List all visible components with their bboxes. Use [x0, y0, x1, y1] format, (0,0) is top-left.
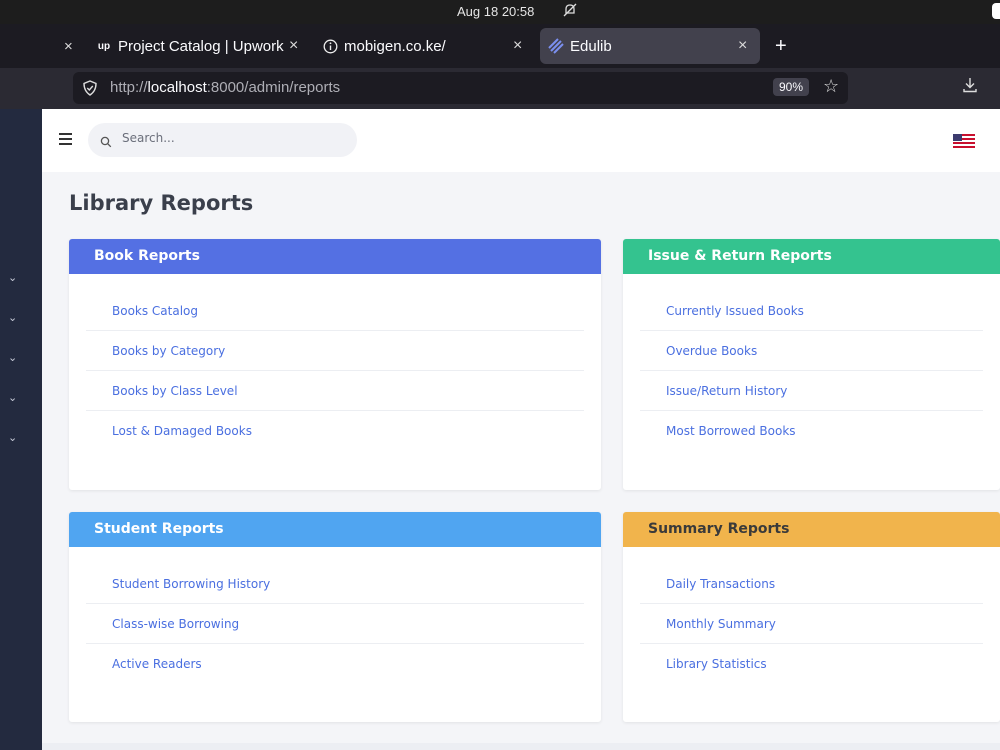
bookmark-star-icon[interactable]: ☆: [823, 76, 839, 97]
report-link[interactable]: Active Readers: [112, 657, 202, 671]
issue-return-reports-card: Issue & Return Reports Currently Issued …: [623, 239, 1000, 490]
card-header: Issue & Return Reports: [623, 239, 1000, 274]
close-icon[interactable]: ×: [738, 37, 747, 55]
list-item: Lost & Damaged Books: [86, 411, 584, 451]
info-icon: [322, 38, 338, 54]
list-item: Library Statistics: [640, 644, 983, 684]
url-bar[interactable]: http://localhost:8000/admin/reports 90% …: [73, 72, 848, 104]
footer-edge: [42, 743, 1000, 750]
list-item: Currently Issued Books: [640, 291, 983, 331]
student-reports-card: Student Reports Student Borrowing Histor…: [69, 512, 601, 722]
system-tray-icon[interactable]: [992, 3, 1000, 19]
list-item: Most Borrowed Books: [640, 411, 983, 451]
tab-label: mobigen.co.ke/: [344, 37, 446, 55]
chevron-down-icon[interactable]: ⌄: [8, 351, 17, 364]
tab-upwork[interactable]: up Project Catalog | Upwork ×: [96, 28, 306, 64]
list-item: Active Readers: [86, 644, 584, 684]
search-box[interactable]: [88, 123, 357, 157]
chevron-down-icon[interactable]: ⌄: [8, 391, 17, 404]
sidebar: ⌄ ⌄ ⌄ ⌄ ⌄: [0, 109, 42, 750]
list-item: Monthly Summary: [640, 604, 983, 644]
close-icon[interactable]: ×: [513, 37, 522, 55]
shield-icon[interactable]: [82, 80, 98, 100]
url-path: :8000/admin/reports: [206, 79, 341, 96]
list-item: Student Borrowing History: [86, 564, 584, 604]
bell-muted-icon[interactable]: [563, 3, 577, 21]
report-link[interactable]: Currently Issued Books: [666, 304, 804, 318]
tab-edulib[interactable]: Edulib ×: [540, 28, 760, 64]
close-icon[interactable]: ×: [289, 37, 298, 55]
summary-reports-card: Summary Reports Daily Transactions Month…: [623, 512, 1000, 722]
list-item: Daily Transactions: [640, 564, 983, 604]
tab-label: Edulib: [570, 37, 612, 55]
report-link[interactable]: Books Catalog: [112, 304, 198, 318]
new-tab-button[interactable]: +: [775, 28, 787, 64]
zoom-level-button[interactable]: 90%: [773, 78, 810, 96]
os-clock[interactable]: Aug 18 20:58: [457, 4, 534, 19]
url-host: localhost: [147, 79, 207, 96]
menu-icon[interactable]: [59, 133, 72, 148]
list-item: Issue/Return History: [640, 371, 983, 411]
tab-label: Project Catalog | Upwork: [118, 37, 284, 55]
list-item: Books by Category: [86, 331, 584, 371]
chevron-down-icon[interactable]: ⌄: [8, 431, 17, 444]
chevron-down-icon[interactable]: ⌄: [8, 271, 17, 284]
list-item: Overdue Books: [640, 331, 983, 371]
url-scheme: http://: [110, 79, 148, 96]
report-link[interactable]: Library Statistics: [666, 657, 767, 671]
report-link[interactable]: Issue/Return History: [666, 384, 787, 398]
report-link[interactable]: Student Borrowing History: [112, 577, 270, 591]
us-flag-icon[interactable]: [953, 133, 975, 148]
browser-nav-bar: http://localhost:8000/admin/reports 90% …: [0, 68, 1000, 109]
card-header: Book Reports: [69, 239, 601, 274]
chevron-down-icon[interactable]: ⌄: [8, 311, 17, 324]
browser-tab-strip: × up Project Catalog | Upwork × mobigen.…: [0, 24, 1000, 68]
report-link[interactable]: Books by Class Level: [112, 384, 238, 398]
book-reports-card: Book Reports Books Catalog Books by Cate…: [69, 239, 601, 490]
url-text[interactable]: http://localhost:8000/admin/reports: [110, 79, 340, 96]
app-header: [42, 109, 1000, 172]
report-link[interactable]: Overdue Books: [666, 344, 757, 358]
edulib-icon: [548, 38, 564, 54]
download-icon[interactable]: [962, 77, 978, 97]
list-item: Class-wise Borrowing: [86, 604, 584, 644]
search-input[interactable]: [122, 131, 342, 145]
report-link[interactable]: Books by Category: [112, 344, 225, 358]
report-link[interactable]: Monthly Summary: [666, 617, 776, 631]
upwork-icon: up: [97, 40, 111, 52]
report-link[interactable]: Class-wise Borrowing: [112, 617, 239, 631]
report-link[interactable]: Lost & Damaged Books: [112, 424, 252, 438]
report-link[interactable]: Daily Transactions: [666, 577, 775, 591]
tab-close-icon[interactable]: ×: [64, 28, 73, 64]
page-title: Library Reports: [69, 191, 254, 215]
card-header: Summary Reports: [623, 512, 1000, 547]
report-link[interactable]: Most Borrowed Books: [666, 424, 796, 438]
list-item: Books by Class Level: [86, 371, 584, 411]
search-icon: [100, 133, 112, 152]
card-header: Student Reports: [69, 512, 601, 547]
os-top-bar: Aug 18 20:58: [0, 0, 1000, 24]
list-item: Books Catalog: [86, 291, 584, 331]
tab-mobigen[interactable]: mobigen.co.ke/ ×: [322, 28, 532, 64]
